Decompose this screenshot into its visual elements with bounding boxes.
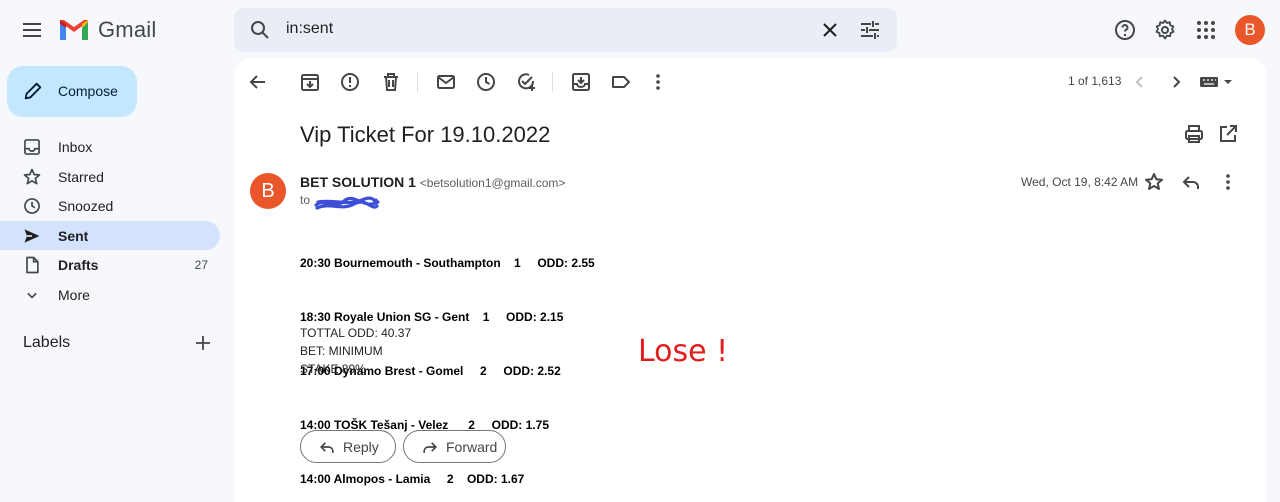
sidebar-item-label: Drafts [58,257,99,273]
reply-arrow-icon[interactable] [1179,170,1203,194]
sender-line: BET SOLUTION 1 <betsolution1@gmail.com> [300,174,565,190]
report-spam-icon[interactable] [338,70,362,94]
settings-gear-icon[interactable] [1153,18,1177,42]
forward-button[interactable]: Forward [403,430,506,463]
search-icon[interactable] [248,18,272,42]
more-options-icon[interactable] [646,70,670,94]
input-tools-keyboard-icon[interactable] [1198,70,1234,94]
sidebar-item-label: Sent [58,227,89,244]
compose-button[interactable]: Compose [7,66,137,117]
toolbar-divider [417,72,418,92]
sidebar-item-label: Inbox [58,139,93,155]
previous-email-icon[interactable] [1128,70,1152,94]
move-to-icon[interactable] [569,70,593,94]
gmail-logo[interactable]: Gmail [58,16,156,44]
snooze-clock-icon[interactable] [474,70,498,94]
apps-grid-icon[interactable] [1194,18,1218,42]
next-email-icon[interactable] [1164,70,1188,94]
message-more-icon[interactable] [1216,170,1240,194]
delete-trash-icon[interactable] [379,70,403,94]
forward-icon [423,442,438,453]
redacted-recipient-scribble [314,196,380,210]
sidebar-nav: Inbox Starred Snoozed Sent Drafts 27 Mor… [0,132,220,309]
star-icon [23,168,41,184]
pencil-icon [24,82,42,100]
sidebar-item-label: More [58,286,90,303]
pick-line: 20:30 Bournemouth - Southampton 1 ODD: 2… [300,256,595,270]
reply-icon [319,442,334,453]
stake-line: STAKE 89% [300,362,366,376]
pick-line: 14:00 Almopos - Lamia 2 ODD: 1.67 [300,472,525,486]
pagination-count: 1 of 1,613 [1068,74,1122,88]
add-label-icon[interactable] [193,333,213,353]
sidebar-item-label: Starred [58,168,104,185]
help-icon[interactable] [1113,18,1137,42]
back-arrow-icon[interactable] [246,70,270,94]
gmail-logo-icon [60,20,88,40]
top-bar: Gmail in:sent B [0,0,1280,60]
sidebar-item-more[interactable]: More [0,280,220,310]
toolbar-divider [552,72,553,92]
sidebar-item-snoozed[interactable]: Snoozed [0,191,220,221]
add-task-icon[interactable] [514,70,538,94]
app-name: Gmail [98,17,157,42]
star-email-icon[interactable] [1142,170,1166,194]
reply-button[interactable]: Reply [300,430,396,463]
draft-icon [26,256,39,274]
sender-avatar: B [250,173,286,209]
recipient-label: to [300,193,311,207]
search-input[interactable]: in:sent [286,20,333,38]
inbox-icon [24,139,40,155]
archive-icon[interactable] [298,70,322,94]
main-menu-icon[interactable] [20,18,44,42]
mark-unread-icon[interactable] [434,70,458,94]
sidebar-item-label: Snoozed [58,198,114,214]
email-date: Wed, Oct 19, 8:42 AM [1021,175,1139,189]
chevron-down-icon [27,292,37,299]
reply-label: Reply [343,439,379,455]
email-view-panel: 1 of 1,613 Vip Ticket For 19.10.2022 B B… [234,58,1266,502]
forward-label: Forward [446,439,498,455]
search-bar[interactable]: in:sent [234,8,897,52]
sender-name[interactable]: BET SOLUTION 1 [300,174,416,190]
account-avatar[interactable]: B [1235,15,1265,45]
print-icon[interactable] [1182,122,1206,146]
sidebar-item-sent[interactable]: Sent [0,220,220,250]
search-options-icon[interactable] [858,18,882,42]
bet-line: BET: MINIMUM [300,344,383,358]
sender-email: <betsolution1@gmail.com> [419,176,566,190]
sidebar-item-count: 27 [194,258,208,272]
lose-overlay-text: Lose ! [638,334,729,369]
labels-heading: Labels [23,334,71,351]
clear-search-icon[interactable] [818,18,842,42]
label-tag-icon[interactable] [609,70,633,94]
total-odd-line: TOTTAL ODD: 40.37 [300,326,412,340]
compose-label: Compose [58,83,118,99]
email-body-summary: TOTTAL ODD: 40.37 BET: MINIMUM STAKE 89% [300,324,411,378]
clock-icon [24,198,40,214]
open-new-window-icon[interactable] [1216,122,1240,146]
email-subject: Vip Ticket For 19.10.2022 [300,122,551,147]
sidebar-item-drafts[interactable]: Drafts 27 [0,250,220,280]
send-icon [24,228,40,243]
sidebar-item-starred[interactable]: Starred [0,162,220,192]
sidebar-item-inbox[interactable]: Inbox [0,132,220,162]
